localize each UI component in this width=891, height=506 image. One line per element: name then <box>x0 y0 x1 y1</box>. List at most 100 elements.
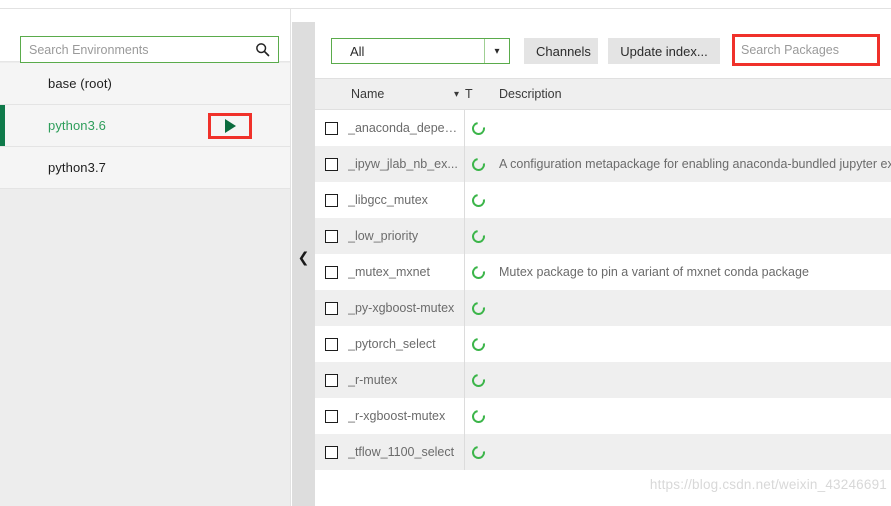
package-name: _pytorch_select <box>348 337 436 351</box>
package-checkbox[interactable] <box>325 157 338 171</box>
package-name: _mutex_mxnet <box>348 265 430 279</box>
chevron-down-icon[interactable]: ▾ <box>454 89 459 100</box>
environments-panel: base (root) python3.6 python3.7 <box>0 9 291 506</box>
package-name-cell: _ipyw_jlab_nb_ex... <box>315 146 465 182</box>
package-status-cell[interactable] <box>465 110 491 146</box>
packages-table: Name ▾ T Description _anaconda_depends _… <box>315 78 891 470</box>
environment-label: python3.6 <box>48 118 107 133</box>
package-name-cell: _r-xgboost-mutex <box>315 398 465 434</box>
install-ring-icon[interactable] <box>468 226 488 246</box>
column-header-description-label: Description <box>499 87 562 101</box>
column-header-name-label: Name <box>351 87 385 101</box>
package-name: _r-xgboost-mutex <box>348 409 446 423</box>
table-row[interactable]: _anaconda_depends <box>315 110 891 146</box>
packages-panel: All ▾ Channels Update index... Name <box>315 22 891 506</box>
column-header-name[interactable]: Name ▾ <box>315 87 465 101</box>
update-index-button[interactable]: Update index... <box>608 38 720 64</box>
package-name-cell: _libgcc_mutex <box>315 182 465 218</box>
package-checkbox[interactable] <box>325 409 338 423</box>
column-header-type-label: T <box>465 87 473 101</box>
environments-list: base (root) python3.6 python3.7 <box>0 63 290 189</box>
package-name: _low_priority <box>348 229 419 243</box>
package-name: _libgcc_mutex <box>348 193 428 207</box>
search-environments-box[interactable] <box>20 36 279 63</box>
table-row[interactable]: _py-xgboost-mutex <box>315 290 891 326</box>
package-name-cell: _py-xgboost-mutex <box>315 290 465 326</box>
packages-table-header: Name ▾ T Description <box>315 78 891 110</box>
environment-item-python36[interactable]: python3.6 <box>0 105 290 147</box>
column-header-description[interactable]: Description <box>491 87 891 101</box>
package-name: _anaconda_depends <box>348 121 464 135</box>
table-row[interactable]: _mutex_mxnet Mutex package to pin a vari… <box>315 254 891 290</box>
install-ring-icon[interactable] <box>468 190 488 210</box>
selection-accent-bar <box>0 63 5 104</box>
environment-item-base[interactable]: base (root) <box>0 63 290 105</box>
package-status-cell[interactable] <box>465 254 491 290</box>
package-description: A configuration metapackage for enabling… <box>499 157 891 171</box>
install-ring-icon[interactable] <box>468 442 488 462</box>
table-row[interactable]: _ipyw_jlab_nb_ex... A configuration meta… <box>315 146 891 182</box>
package-checkbox[interactable] <box>325 337 338 351</box>
search-packages-box[interactable] <box>732 34 891 66</box>
package-name-cell: _low_priority <box>315 218 465 254</box>
selection-accent-bar <box>0 105 5 146</box>
package-name-cell: _tflow_1100_select <box>315 434 465 470</box>
install-ring-icon[interactable] <box>468 406 488 426</box>
package-checkbox[interactable] <box>325 445 338 459</box>
table-row[interactable]: _low_priority <box>315 218 891 254</box>
anaconda-navigator-environments-screen: base (root) python3.6 python3.7 ❮ All ▾ <box>0 0 891 506</box>
package-checkbox[interactable] <box>325 301 338 315</box>
environment-label: python3.7 <box>48 160 107 175</box>
packages-toolbar: All ▾ Channels Update index... <box>315 22 891 78</box>
package-checkbox[interactable] <box>325 373 338 387</box>
column-header-type[interactable]: T <box>465 87 491 101</box>
package-name: _ipyw_jlab_nb_ex... <box>348 157 458 171</box>
chevron-down-icon[interactable]: ▾ <box>484 39 509 63</box>
environments-search-bar <box>0 9 290 63</box>
install-ring-icon[interactable] <box>468 298 488 318</box>
package-filter-select[interactable]: All ▾ <box>331 38 510 64</box>
selection-accent-bar <box>0 147 5 188</box>
package-status-cell[interactable] <box>465 326 491 362</box>
package-status-cell[interactable] <box>465 434 491 470</box>
package-description: Mutex package to pin a variant of mxnet … <box>499 265 809 279</box>
channels-button[interactable]: Channels <box>524 38 598 64</box>
play-icon[interactable] <box>224 118 236 133</box>
package-name: _r-mutex <box>348 373 398 387</box>
package-name-cell: _mutex_mxnet <box>315 254 465 290</box>
panel-splitter[interactable]: ❮ <box>292 22 315 506</box>
search-icon[interactable] <box>250 42 278 57</box>
package-status-cell[interactable] <box>465 182 491 218</box>
package-checkbox[interactable] <box>325 121 338 135</box>
package-status-cell[interactable] <box>465 218 491 254</box>
install-ring-icon[interactable] <box>468 154 488 174</box>
table-row[interactable]: _r-mutex <box>315 362 891 398</box>
package-status-cell[interactable] <box>465 398 491 434</box>
environment-item-python37[interactable]: python3.7 <box>0 147 290 189</box>
install-ring-icon[interactable] <box>468 370 488 390</box>
package-status-cell[interactable] <box>465 146 491 182</box>
package-filter-value: All <box>350 43 365 59</box>
package-status-cell[interactable] <box>465 362 491 398</box>
package-checkbox[interactable] <box>325 193 338 207</box>
table-row[interactable]: _libgcc_mutex <box>315 182 891 218</box>
package-name-cell: _pytorch_select <box>315 326 465 362</box>
install-ring-icon[interactable] <box>468 262 488 282</box>
package-checkbox[interactable] <box>325 229 338 243</box>
package-name-cell: _anaconda_depends <box>315 110 465 146</box>
table-row[interactable]: _tflow_1100_select <box>315 434 891 470</box>
package-name: _py-xgboost-mutex <box>348 301 455 315</box>
package-status-cell[interactable] <box>465 290 491 326</box>
environment-label: base (root) <box>48 76 112 91</box>
chevron-left-icon[interactable]: ❮ <box>298 251 310 265</box>
install-ring-icon[interactable] <box>468 118 488 138</box>
table-row[interactable]: _r-xgboost-mutex <box>315 398 891 434</box>
table-row[interactable]: _pytorch_select <box>315 326 891 362</box>
package-name: _tflow_1100_select <box>348 445 455 459</box>
package-checkbox[interactable] <box>325 265 338 279</box>
search-environments-input[interactable] <box>21 37 250 62</box>
package-name-cell: _r-mutex <box>315 362 465 398</box>
run-environment-highlight <box>208 112 252 139</box>
search-packages-input[interactable] <box>735 37 891 63</box>
install-ring-icon[interactable] <box>468 334 488 354</box>
